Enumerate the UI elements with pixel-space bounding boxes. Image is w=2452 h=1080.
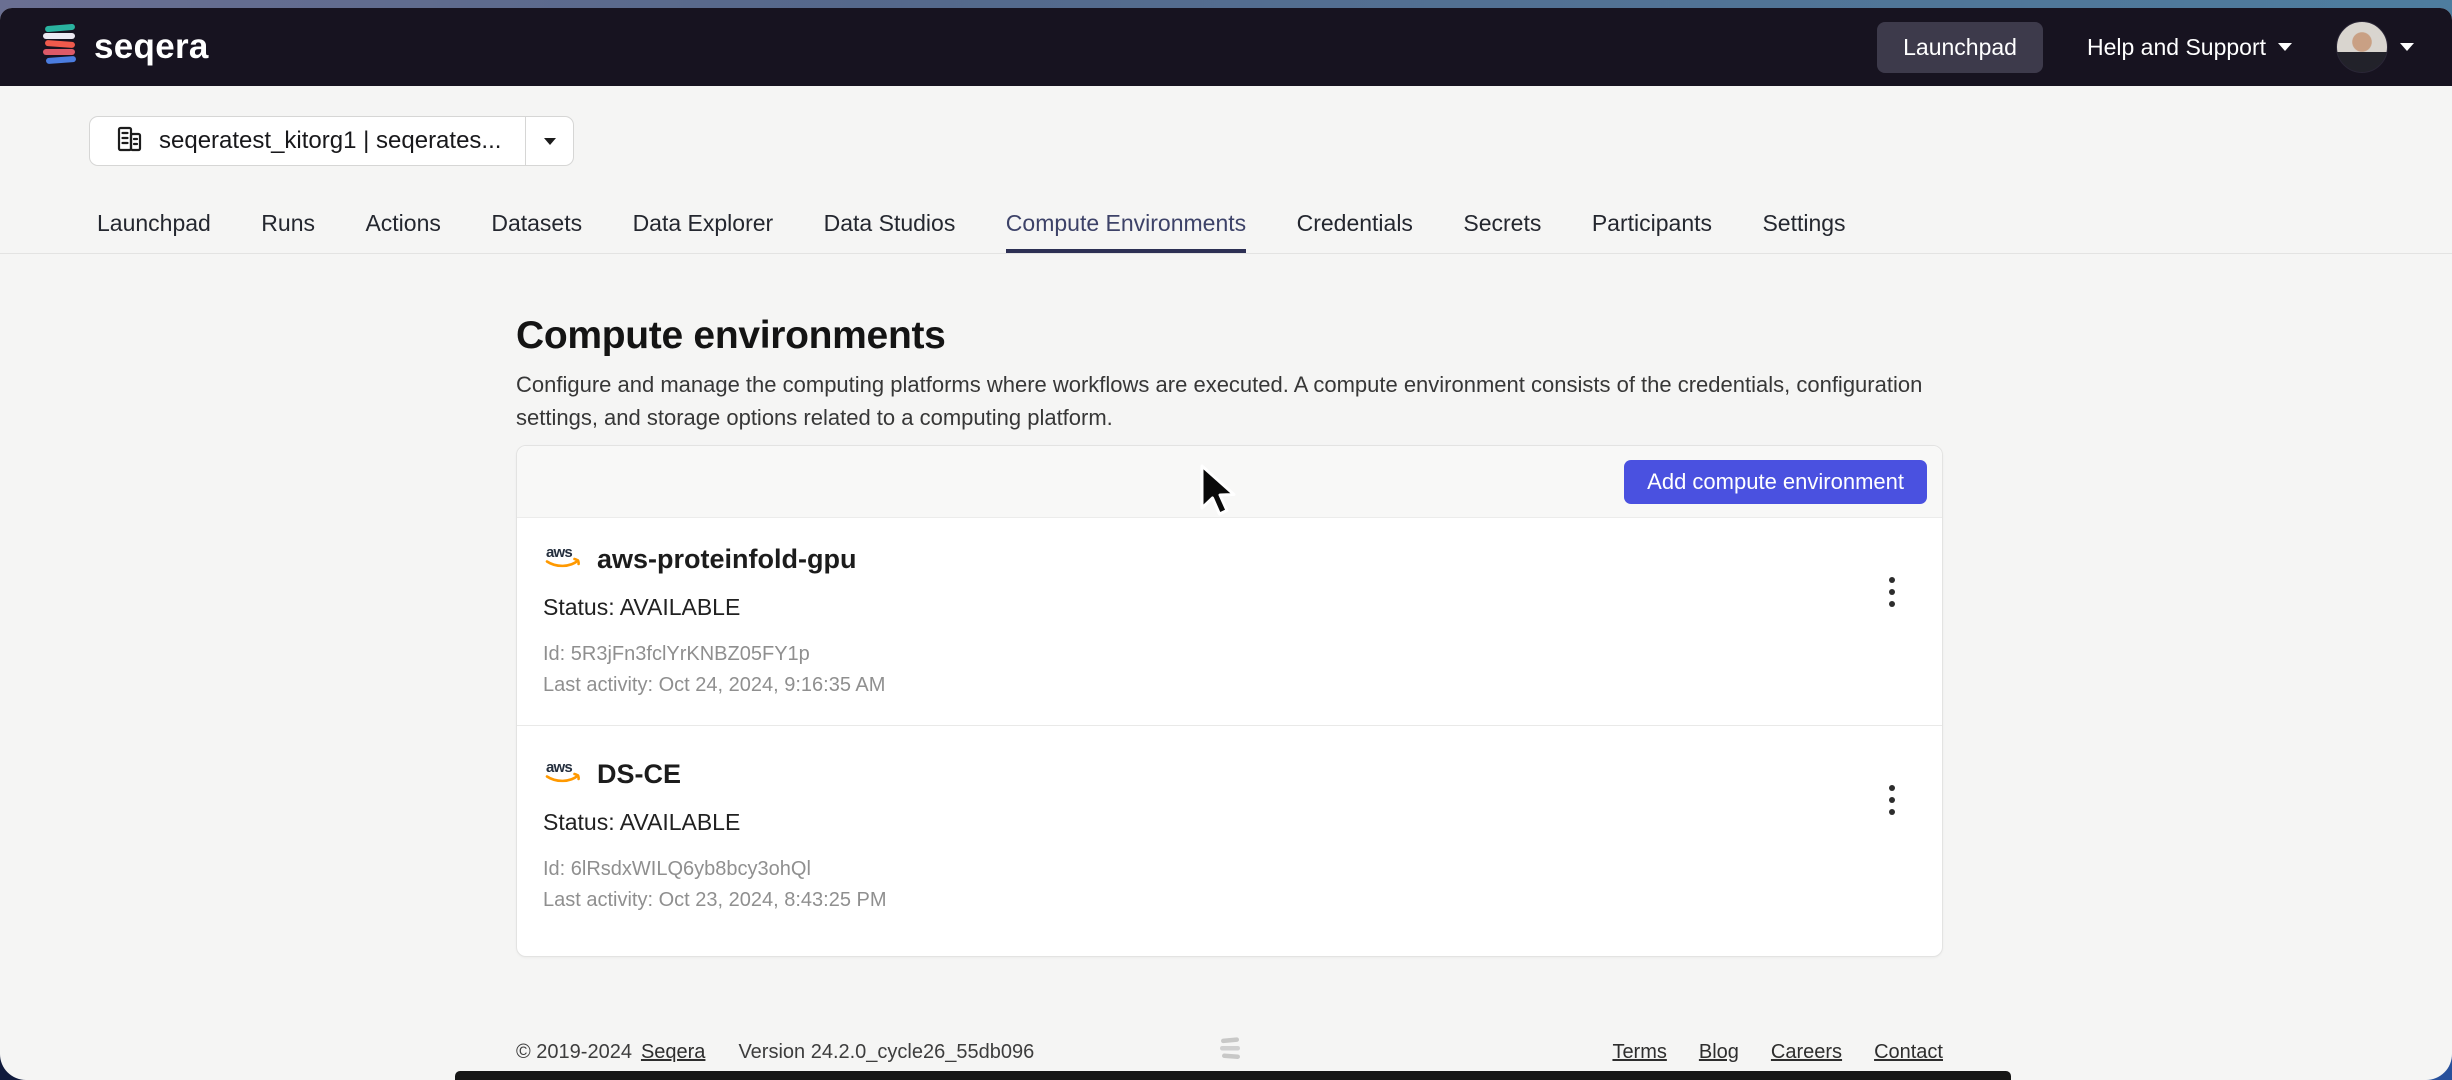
aws-icon: aws [543,758,583,790]
chevron-down-icon [543,137,556,145]
kebab-dot [1889,809,1895,815]
seqera-logo-icon [38,22,82,73]
aws-icon: aws [543,543,583,575]
top-nav-bar: seqera Launchpad Help and Support [0,8,2452,86]
page-description: Configure and manage the computing platf… [516,372,1923,430]
organization-icon [114,124,144,159]
seqera-company-link[interactable]: Seqera [641,1041,706,1064]
footer-copyright: © 2019-2024 Seqera Version 24.2.0_cycle2… [516,1041,1034,1064]
tab-participants[interactable]: Participants [1592,210,1712,253]
ce-options-menu-button[interactable] [1872,570,1912,614]
footer-links: Terms Blog Careers Contact [1612,1041,1943,1064]
tab-runs[interactable]: Runs [261,210,315,253]
workspace-tab-bar: Launchpad Runs Actions Datasets Data Exp… [0,210,2452,254]
ce-meta: Id: 5R3jFn3fclYrKNBZ05FY1p Last activity… [543,642,1916,697]
careers-link[interactable]: Careers [1771,1041,1842,1064]
workspace-selector-toggle[interactable] [525,117,573,165]
kebab-dot [1889,797,1895,803]
chevron-down-icon [2400,43,2414,51]
terms-link[interactable]: Terms [1612,1041,1666,1064]
ce-status: Status: AVAILABLE [543,594,741,620]
svg-text:aws: aws [546,759,572,776]
compute-environment-row: aws DS-CE Status: AVAILABLE Id: 6lRsdxWI… [517,725,1942,956]
help-and-support-label: Help and Support [2086,33,2266,60]
ce-name-link[interactable]: aws-proteinfold-gpu [597,544,856,575]
ce-last-activity: Last activity: Oct 23, 2024, 8:43:25 PM [543,889,887,911]
avatar[interactable] [2336,21,2388,73]
help-and-support-menu[interactable]: Help and Support [2087,34,2292,61]
user-menu[interactable] [2336,21,2414,73]
screen: seqera Launchpad Help and Support seqera… [0,0,2452,1080]
tab-datasets[interactable]: Datasets [491,210,582,253]
kebab-dot [1889,785,1895,791]
tab-settings[interactable]: Settings [1762,210,1845,253]
ce-name-line: aws DS-CE [543,758,1916,790]
launchpad-button[interactable]: Launchpad [1877,21,2043,73]
ce-id: Id: 6lRsdxWILQ6yb8bcy3ohQl [543,858,811,880]
compute-environment-row: aws aws-proteinfold-gpu Status: AVAILABL… [517,518,1942,725]
kebab-dot [1889,601,1895,607]
workspace-selector-main[interactable]: seqeratest_kitorg1 | seqerates... [90,117,525,165]
ce-options-menu-button[interactable] [1872,778,1912,822]
header-actions: Launchpad Help and Support [1877,21,2414,73]
copyright-text: © 2019-2024 [516,1040,632,1063]
ce-id: Id: 5R3jFn3fclYrKNBZ05FY1p [543,643,810,665]
tab-secrets[interactable]: Secrets [1463,210,1541,253]
compute-environments-toolbar: Add compute environment [517,446,1942,518]
tab-data-studios[interactable]: Data Studios [824,210,956,253]
tab-data-explorer[interactable]: Data Explorer [633,210,774,253]
ce-name-line: aws aws-proteinfold-gpu [543,543,1916,575]
browser-window: seqera Launchpad Help and Support seqera… [0,8,2452,1080]
ce-name-link[interactable]: DS-CE [597,759,681,790]
chevron-down-icon [2278,43,2292,51]
version-text: Version 24.2.0_cycle26_55db096 [738,1040,1035,1063]
tab-launchpad[interactable]: Launchpad [97,210,211,253]
blog-link[interactable]: Blog [1699,1041,1739,1064]
contact-link[interactable]: Contact [1874,1041,1943,1064]
seqera-mark-icon [1217,1035,1243,1069]
ce-meta: Id: 6lRsdxWILQ6yb8bcy3ohQl Last activity… [543,857,1916,912]
tab-credentials[interactable]: Credentials [1297,210,1413,253]
compute-environments-card: Add compute environment aws aws-proteinf… [516,445,1943,957]
workspace-selector[interactable]: seqeratest_kitorg1 | seqerates... [89,116,575,166]
workspace-selector-label: seqeratest_kitorg1 | seqerates... [159,127,502,154]
kebab-dot [1889,589,1895,595]
seqera-logo[interactable]: seqera [38,22,209,73]
page-title: Compute environments [516,314,946,357]
tab-actions[interactable]: Actions [365,210,440,253]
ce-status: Status: AVAILABLE [543,809,741,835]
footer: © 2019-2024 Seqera Version 24.2.0_cycle2… [516,1030,1943,1074]
dock-bar [455,1071,2011,1080]
seqera-logo-text: seqera [94,27,209,66]
svg-text:aws: aws [546,544,572,561]
kebab-dot [1889,577,1895,583]
ce-last-activity: Last activity: Oct 24, 2024, 9:16:35 AM [543,674,886,696]
tab-compute-environments[interactable]: Compute Environments [1005,210,1247,253]
add-compute-environment-button[interactable]: Add compute environment [1624,459,1927,504]
